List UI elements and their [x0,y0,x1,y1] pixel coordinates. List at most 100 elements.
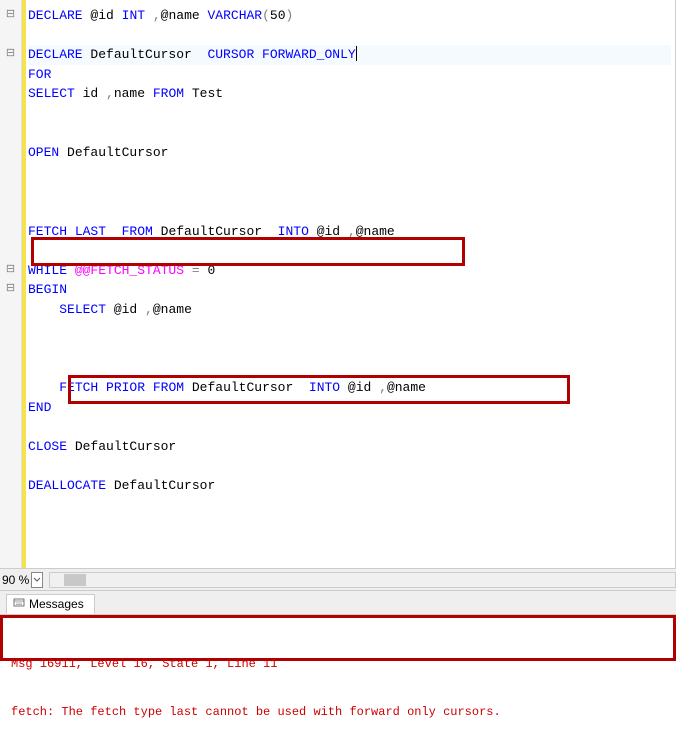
code-line[interactable] [28,320,671,340]
fold-marker[interactable] [0,320,21,340]
fold-marker[interactable] [0,143,21,163]
message-header: Msg 16911, Level 16, State 1, Line 11 [11,656,665,672]
code-token: @id [317,224,348,239]
fold-marker[interactable] [0,476,21,496]
fold-marker[interactable] [0,65,21,85]
code-line[interactable] [28,202,671,222]
fold-marker[interactable] [0,398,21,418]
zoom-control[interactable]: 90 % [0,572,45,588]
code-line[interactable]: WHILE @@FETCH_STATUS = 0 [28,261,671,281]
code-line[interactable] [28,359,671,379]
fold-marker[interactable] [0,84,21,104]
code-token: FOR [28,67,51,82]
fold-marker[interactable]: ⊟ [0,6,21,26]
code-line[interactable] [28,104,671,124]
code-token: FETCH [59,380,106,395]
code-editor[interactable]: ⊟⊟⊟⊟ DECLARE @id INT ,@name VARCHAR(50)D… [0,0,676,569]
fold-marker[interactable] [0,182,21,202]
fold-marker[interactable] [0,104,21,124]
fold-marker[interactable] [0,535,21,555]
fold-marker[interactable] [0,378,21,398]
code-line[interactable]: SELECT @id ,@name [28,300,671,320]
fold-marker[interactable] [0,437,21,457]
fold-marker[interactable] [0,339,21,359]
code-token: LAST [75,224,122,239]
code-line[interactable]: END [28,398,671,418]
horizontal-scrollbar[interactable] [49,572,676,588]
code-token: @id [348,380,379,395]
code-token: 50 [270,8,286,23]
code-token: DefaultCursor [192,380,309,395]
code-token: SELECT [28,86,83,101]
code-token: ( [262,8,270,23]
fold-marker[interactable] [0,124,21,144]
fold-marker[interactable] [0,241,21,261]
code-line[interactable]: FOR [28,65,671,85]
code-line[interactable] [28,339,671,359]
chevron-down-icon [32,573,42,587]
code-line[interactable] [28,457,671,477]
code-token: , [106,86,114,101]
message-body: fetch: The fetch type last cannot be use… [11,704,665,720]
fold-marker[interactable] [0,496,21,516]
fold-marker[interactable] [0,515,21,535]
fold-marker[interactable] [0,417,21,437]
code-token: INTO [278,224,317,239]
code-line[interactable] [28,182,671,202]
code-token: INT [122,8,153,23]
code-token: CLOSE [28,439,75,454]
fold-marker[interactable] [0,222,21,242]
code-token: BEGIN [28,282,67,297]
fold-marker[interactable]: ⊟ [0,261,21,281]
code-line[interactable] [28,417,671,437]
tab-messages-label: Messages [29,597,84,611]
zoom-dropdown-button[interactable] [31,572,43,588]
results-tabstrip: Messages [0,591,676,615]
messages-panel[interactable]: Msg 16911, Level 16, State 1, Line 11 fe… [0,615,676,661]
code-line[interactable]: CLOSE DefaultCursor [28,437,671,457]
fold-marker[interactable] [0,26,21,46]
editor-footer: 90 % [0,569,676,591]
fold-marker[interactable] [0,202,21,222]
code-line[interactable] [28,163,671,183]
tab-messages[interactable]: Messages [6,594,95,614]
fold-marker[interactable] [0,359,21,379]
code-token: FROM [153,86,192,101]
code-line[interactable] [28,515,671,535]
code-token: DefaultCursor [90,47,207,62]
code-token: CURSOR FORWARD_ONLY [207,47,355,62]
code-token: DECLARE [28,47,90,62]
code-line[interactable] [28,535,671,555]
code-line[interactable] [28,124,671,144]
code-line[interactable]: BEGIN [28,280,671,300]
code-line[interactable]: FETCH PRIOR FROM DefaultCursor INTO @id … [28,378,671,398]
messages-tab-icon [13,598,25,610]
code-token: INTO [309,380,348,395]
code-token: FROM [153,380,192,395]
code-line[interactable] [28,496,671,516]
fold-marker[interactable]: ⊟ [0,45,21,65]
code-token: DefaultCursor [161,224,278,239]
fold-marker[interactable]: ⊟ [0,280,21,300]
code-line[interactable] [28,241,671,261]
code-token: DefaultCursor [67,145,168,160]
code-token: ) [286,8,294,23]
code-line[interactable]: FETCH LAST FROM DefaultCursor INTO @id ,… [28,222,671,242]
code-token: @id [90,8,121,23]
fold-marker[interactable] [0,163,21,183]
code-token [28,380,59,395]
code-line[interactable]: DEALLOCATE DefaultCursor [28,476,671,496]
code-token: id [83,86,106,101]
fold-marker[interactable] [0,300,21,320]
code-token: FETCH [28,224,75,239]
code-line[interactable] [28,26,671,46]
code-line[interactable]: SELECT id ,name FROM Test [28,84,671,104]
outline-margin[interactable]: ⊟⊟⊟⊟ [0,0,22,568]
code-surface[interactable]: DECLARE @id INT ,@name VARCHAR(50) DECLAR… [26,0,675,568]
code-line[interactable]: DECLARE @id INT ,@name VARCHAR(50) [28,6,671,26]
code-line[interactable]: DECLARE DefaultCursor CURSOR FORWARD_ONL… [28,45,671,65]
code-token: name [114,86,153,101]
code-line[interactable]: OPEN DefaultCursor [28,143,671,163]
scrollbar-thumb[interactable] [64,574,86,586]
fold-marker[interactable] [0,457,21,477]
